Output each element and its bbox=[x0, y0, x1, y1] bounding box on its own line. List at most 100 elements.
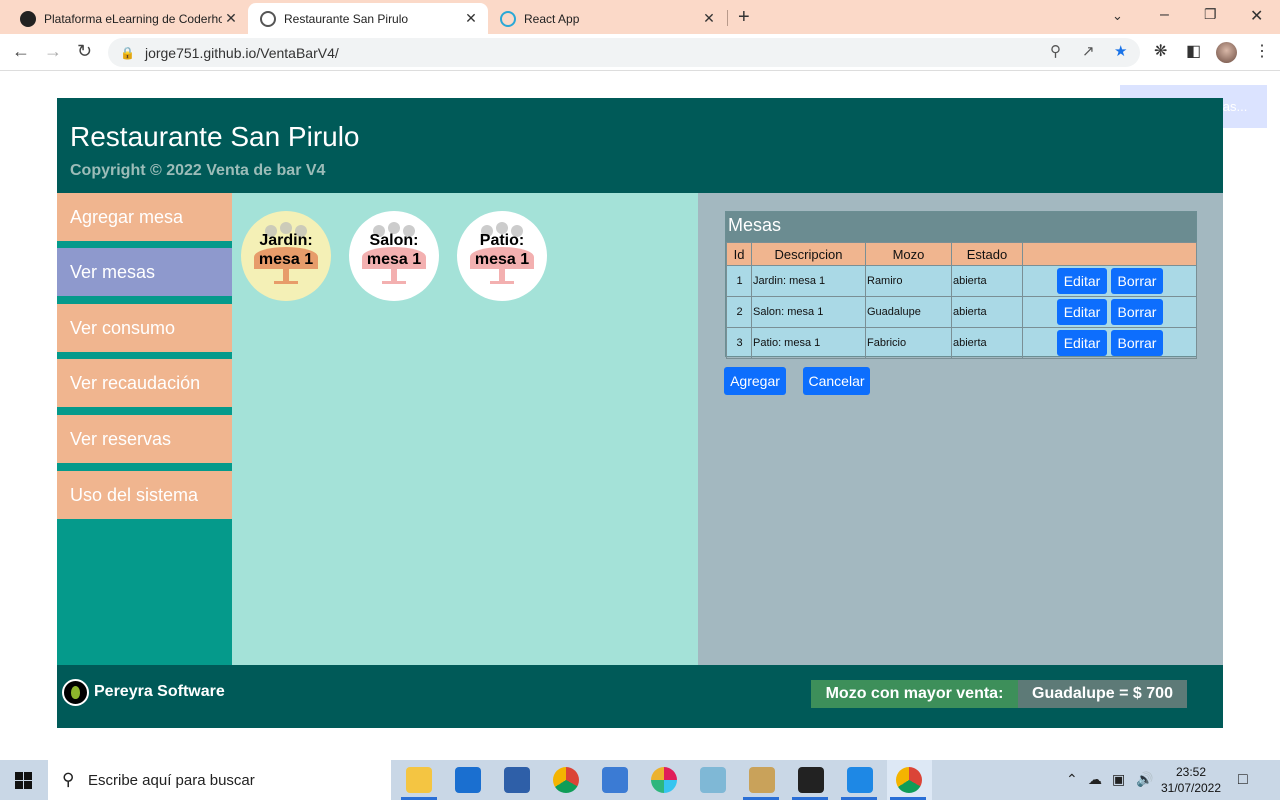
file-explorer-icon[interactable] bbox=[406, 767, 432, 793]
table-row: 1 Jardin: mesa 1 Ramiro abierta Editar B… bbox=[726, 265, 1197, 297]
address-bar: ← → ↻ 🔒 jorge751.github.io/VentaBarV4/ ⚲… bbox=[0, 34, 1280, 71]
vscode-icon[interactable] bbox=[847, 767, 873, 793]
cell-actions: Editar Borrar bbox=[1022, 296, 1197, 328]
mail-icon[interactable] bbox=[455, 767, 481, 793]
chrome-icon[interactable] bbox=[553, 767, 579, 793]
col-mozo: Mozo bbox=[865, 242, 952, 266]
sidebar-item-ver-consumo[interactable]: Ver consumo bbox=[57, 304, 232, 352]
volume-icon[interactable]: 🔊 bbox=[1136, 771, 1153, 788]
remote-desktop-icon[interactable] bbox=[602, 767, 628, 793]
sidebar-item-ver-recaudacion[interactable]: Ver recaudación bbox=[57, 359, 232, 407]
chrome-profile-icon[interactable] bbox=[896, 767, 922, 793]
mesas-table-box: Mesas Id Descripcion Mozo Estado 1 Jardi… bbox=[725, 211, 1197, 359]
windows-taskbar: ⚲ Escribe aquí para buscar ⌃ ☁ ▣ 🔊 23:52… bbox=[0, 760, 1280, 800]
col-estado: Estado bbox=[951, 242, 1023, 266]
sidebar-item-uso-del-sistema[interactable]: Uso del sistema bbox=[57, 471, 232, 519]
tray-chevron-up-icon[interactable]: ⌃ bbox=[1066, 771, 1078, 788]
browser-tab-bar: Plataforma eLearning de Coderho ✕ Restau… bbox=[0, 0, 1280, 34]
new-tab-button[interactable]: + bbox=[738, 6, 750, 29]
mesas-title: Mesas bbox=[726, 212, 1196, 242]
notifications-icon[interactable]: □ bbox=[1238, 771, 1248, 789]
globe-icon bbox=[260, 10, 276, 27]
cell-mozo: Ramiro bbox=[865, 265, 952, 297]
tab-restaurante[interactable]: Restaurante San Pirulo ✕ bbox=[248, 3, 488, 34]
copyright-text: Copyright © 2022 Venta de bar V4 bbox=[70, 162, 326, 179]
tab-separator bbox=[727, 10, 728, 26]
mesa-patio[interactable]: Patio: mesa 1 bbox=[457, 211, 547, 301]
paint-icon[interactable] bbox=[749, 767, 775, 793]
share-icon[interactable]: ↗ bbox=[1082, 42, 1095, 60]
network-icon[interactable]: ▣ bbox=[1112, 771, 1125, 788]
taskbar-search-input[interactable]: ⚲ Escribe aquí para buscar bbox=[48, 760, 391, 800]
mesa-salon[interactable]: Salon: mesa 1 bbox=[349, 211, 439, 301]
forward-icon[interactable]: → bbox=[44, 41, 62, 62]
close-icon[interactable]: ✕ bbox=[462, 10, 480, 27]
sidebar-item-ver-reservas[interactable]: Ver reservas bbox=[57, 415, 232, 463]
mesa-jardin[interactable]: Jardin: mesa 1 bbox=[241, 211, 331, 301]
back-icon[interactable]: ← bbox=[12, 41, 30, 62]
cell-descripcion: Jardin: mesa 1 bbox=[751, 265, 866, 297]
top-waiter-badge: Mozo con mayor venta: Guadalupe = $ 700 bbox=[811, 680, 1187, 708]
notes-icon[interactable] bbox=[700, 767, 726, 793]
bookmark-star-icon[interactable]: ★ bbox=[1114, 42, 1127, 60]
tab-title: React App bbox=[524, 11, 580, 26]
delete-button[interactable]: Borrar bbox=[1111, 299, 1163, 325]
restore-icon[interactable]: ❐ bbox=[1204, 6, 1217, 23]
mesas-panel: Mesas Id Descripcion Mozo Estado 1 Jardi… bbox=[698, 193, 1223, 665]
page-footer: Pereyra Software Mozo con mayor venta: G… bbox=[57, 665, 1223, 728]
table-row: 2 Salon: mesa 1 Guadalupe abierta Editar… bbox=[726, 296, 1197, 328]
cell-id: 3 bbox=[726, 327, 752, 359]
onedrive-cloud-icon[interactable]: ☁ bbox=[1088, 771, 1102, 788]
edit-button[interactable]: Editar bbox=[1057, 330, 1107, 356]
cell-estado: abierta bbox=[951, 327, 1023, 359]
side-panel-icon[interactable]: ◧ bbox=[1186, 41, 1201, 61]
tab-coderhouse[interactable]: Plataforma eLearning de Coderho ✕ bbox=[8, 3, 248, 34]
page-header: Restaurante San Pirulo Copyright © 2022 … bbox=[57, 98, 1223, 193]
coderhouse-icon bbox=[20, 10, 36, 27]
menu-icon[interactable]: ⋮ bbox=[1254, 41, 1270, 61]
cell-descripcion: Salon: mesa 1 bbox=[751, 296, 866, 328]
tables-area: Jardin: mesa 1 Salon: mesa 1 Patio: mesa… bbox=[232, 193, 698, 665]
brand-name: Pereyra Software bbox=[94, 683, 225, 700]
mesa-label: Jardin: mesa 1 bbox=[258, 232, 314, 268]
cell-estado: abierta bbox=[951, 296, 1023, 328]
cell-id: 1 bbox=[726, 265, 752, 297]
edit-button[interactable]: Editar bbox=[1057, 268, 1107, 294]
close-window-icon[interactable]: ✕ bbox=[1250, 6, 1263, 26]
delete-button[interactable]: Borrar bbox=[1111, 330, 1163, 356]
close-icon[interactable]: ✕ bbox=[222, 10, 240, 27]
windows-start-icon[interactable] bbox=[15, 772, 32, 789]
clock-date: 31/07/2022 bbox=[1160, 781, 1222, 795]
cell-descripcion: Patio: mesa 1 bbox=[751, 327, 866, 359]
sidebar: Agregar mesa Ver mesas Ver consumo Ver r… bbox=[57, 193, 232, 665]
profile-avatar[interactable] bbox=[1216, 42, 1237, 63]
react-icon bbox=[500, 10, 516, 27]
cell-actions: Editar Borrar bbox=[1022, 327, 1197, 359]
tab-title: Restaurante San Pirulo bbox=[284, 11, 409, 26]
delete-button[interactable]: Borrar bbox=[1111, 268, 1163, 294]
cell-estado: abierta bbox=[951, 265, 1023, 297]
slack-icon[interactable] bbox=[651, 767, 677, 793]
extensions-icon[interactable]: ❋ bbox=[1154, 41, 1167, 61]
chevron-down-icon[interactable]: ⌄ bbox=[1112, 8, 1123, 24]
col-descripcion: Descripcion bbox=[751, 242, 866, 266]
sidebar-item-agregar-mesa[interactable]: Agregar mesa bbox=[57, 193, 232, 241]
app-icon[interactable] bbox=[504, 767, 530, 793]
cell-actions: Editar Borrar bbox=[1022, 265, 1197, 297]
zoom-icon[interactable]: ⚲ bbox=[1050, 42, 1061, 60]
cancel-button[interactable]: Cancelar bbox=[803, 367, 870, 395]
mesa-label: Salon: mesa 1 bbox=[366, 232, 422, 268]
add-button[interactable]: Agregar bbox=[724, 367, 786, 395]
sidebar-item-ver-mesas[interactable]: Ver mesas bbox=[57, 248, 232, 296]
tab-react-app[interactable]: React App ✕ bbox=[488, 3, 726, 34]
edit-button[interactable]: Editar bbox=[1057, 299, 1107, 325]
cell-id: 2 bbox=[726, 296, 752, 328]
url-text: jorge751.github.io/VentaBarV4/ bbox=[144, 44, 339, 61]
terminal-icon[interactable] bbox=[798, 767, 824, 793]
minimize-icon[interactable]: – bbox=[1160, 6, 1169, 24]
reload-icon[interactable]: ↻ bbox=[77, 41, 92, 62]
system-clock[interactable]: 23:52 31/07/2022 bbox=[1160, 764, 1222, 796]
col-actions bbox=[1022, 242, 1197, 266]
close-icon[interactable]: ✕ bbox=[700, 10, 718, 27]
url-field[interactable]: 🔒 jorge751.github.io/VentaBarV4/ bbox=[108, 38, 1140, 67]
